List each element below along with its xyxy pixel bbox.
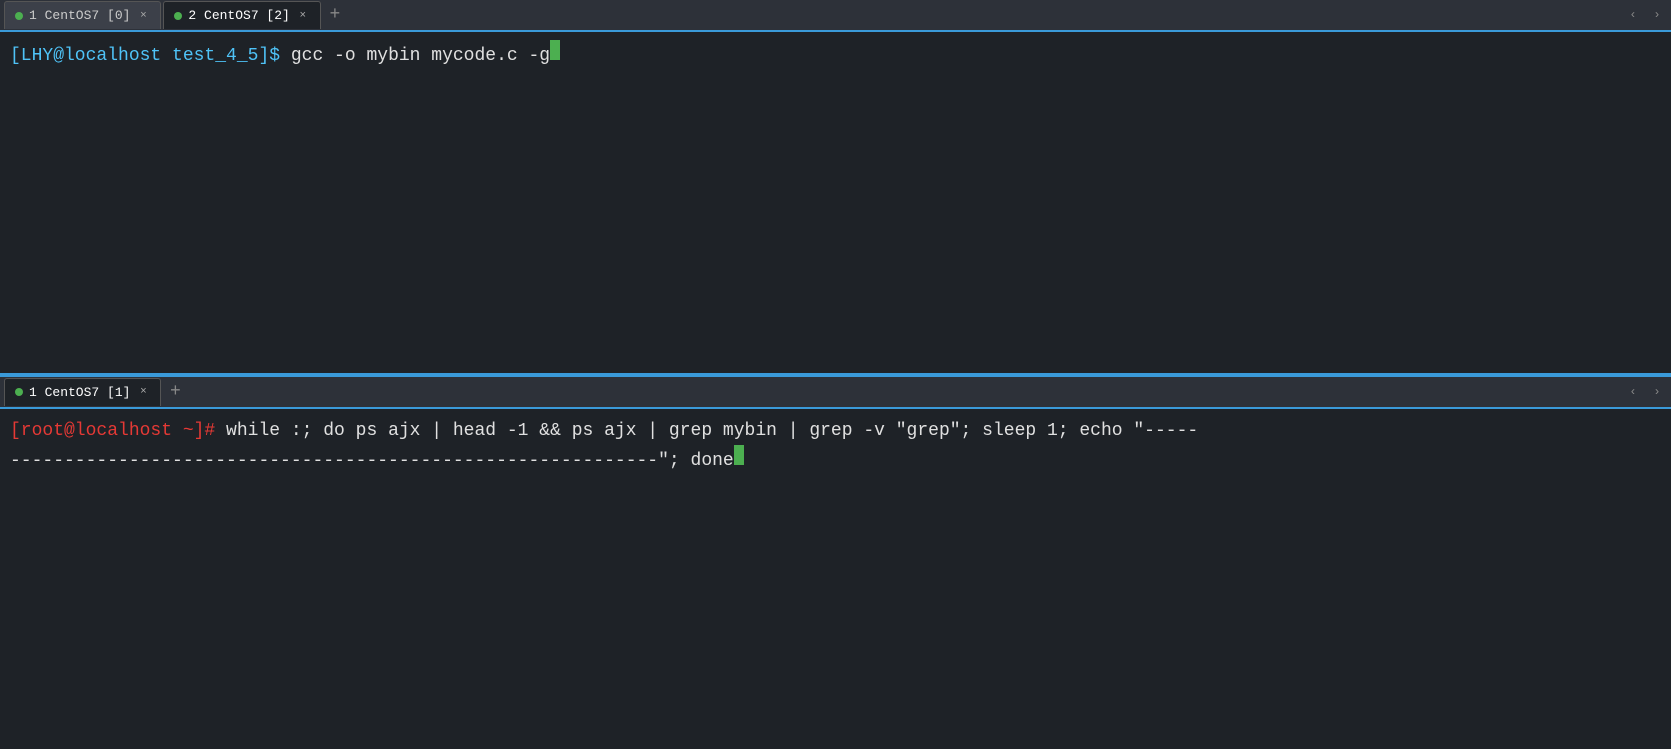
- top-prompt-line: [LHY@localhost test_4_5]$ gcc -o mybin m…: [10, 40, 1661, 70]
- top-arrow-left[interactable]: ‹: [1623, 5, 1643, 25]
- bottom-cursor: [734, 445, 744, 465]
- bottom-prompt-line1: [root@localhost ~]# while :; do ps ajx |…: [10, 417, 1661, 446]
- bottom-arrow-right[interactable]: ›: [1647, 382, 1667, 402]
- bottom-prompt-command2: ----------------------------------------…: [10, 447, 734, 476]
- tab-close-2[interactable]: ×: [296, 9, 310, 23]
- bottom-tab-bar: 1 CentOS7 [1] × + ‹ ›: [0, 377, 1671, 409]
- top-prompt-user: [LHY@localhost test_4_5]$: [10, 43, 280, 70]
- bottom-arrow-left[interactable]: ‹: [1623, 382, 1643, 402]
- bottom-prompt-line2: ----------------------------------------…: [10, 445, 1661, 476]
- bottom-tab-bar-right: ‹ ›: [1623, 382, 1667, 402]
- top-tab-bar-right: ‹ ›: [1623, 5, 1667, 25]
- top-pane: 1 CentOS7 [0] × 2 CentOS7 [2] × + ‹ › [L…: [0, 0, 1671, 373]
- tab-centos7-1[interactable]: 1 CentOS7 [1] ×: [4, 378, 161, 406]
- bottom-pane: 1 CentOS7 [1] × + ‹ › [root@localhost ~]…: [0, 377, 1671, 749]
- tab-label-2: 2 CentOS7 [2]: [188, 8, 289, 23]
- top-terminal-content[interactable]: [LHY@localhost test_4_5]$ gcc -o mybin m…: [0, 32, 1671, 373]
- bottom-terminal-content[interactable]: [root@localhost ~]# while :; do ps ajx |…: [0, 409, 1671, 749]
- tab-dot-1: [15, 12, 23, 20]
- tab-centos7-2[interactable]: 2 CentOS7 [2] ×: [163, 1, 320, 29]
- tab-centos7-0[interactable]: 1 CentOS7 [0] ×: [4, 1, 161, 29]
- tab-dot-2: [174, 12, 182, 20]
- bottom-add-tab-button[interactable]: +: [163, 380, 187, 404]
- bottom-prompt-command1: while :; do ps ajx | head -1 && ps ajx |…: [215, 417, 1198, 446]
- top-add-tab-button[interactable]: +: [323, 3, 347, 27]
- tab-close-1[interactable]: ×: [136, 9, 150, 23]
- tab-close-3[interactable]: ×: [136, 385, 150, 399]
- top-arrow-right[interactable]: ›: [1647, 5, 1667, 25]
- top-tab-bar: 1 CentOS7 [0] × 2 CentOS7 [2] × + ‹ ›: [0, 0, 1671, 32]
- top-prompt-command: gcc -o mybin mycode.c -g: [280, 43, 550, 70]
- tab-dot-3: [15, 388, 23, 396]
- tab-label-1: 1 CentOS7 [0]: [29, 8, 130, 23]
- tab-label-3: 1 CentOS7 [1]: [29, 385, 130, 400]
- top-cursor: [550, 40, 560, 60]
- bottom-prompt-root: [root@localhost ~]#: [10, 417, 215, 446]
